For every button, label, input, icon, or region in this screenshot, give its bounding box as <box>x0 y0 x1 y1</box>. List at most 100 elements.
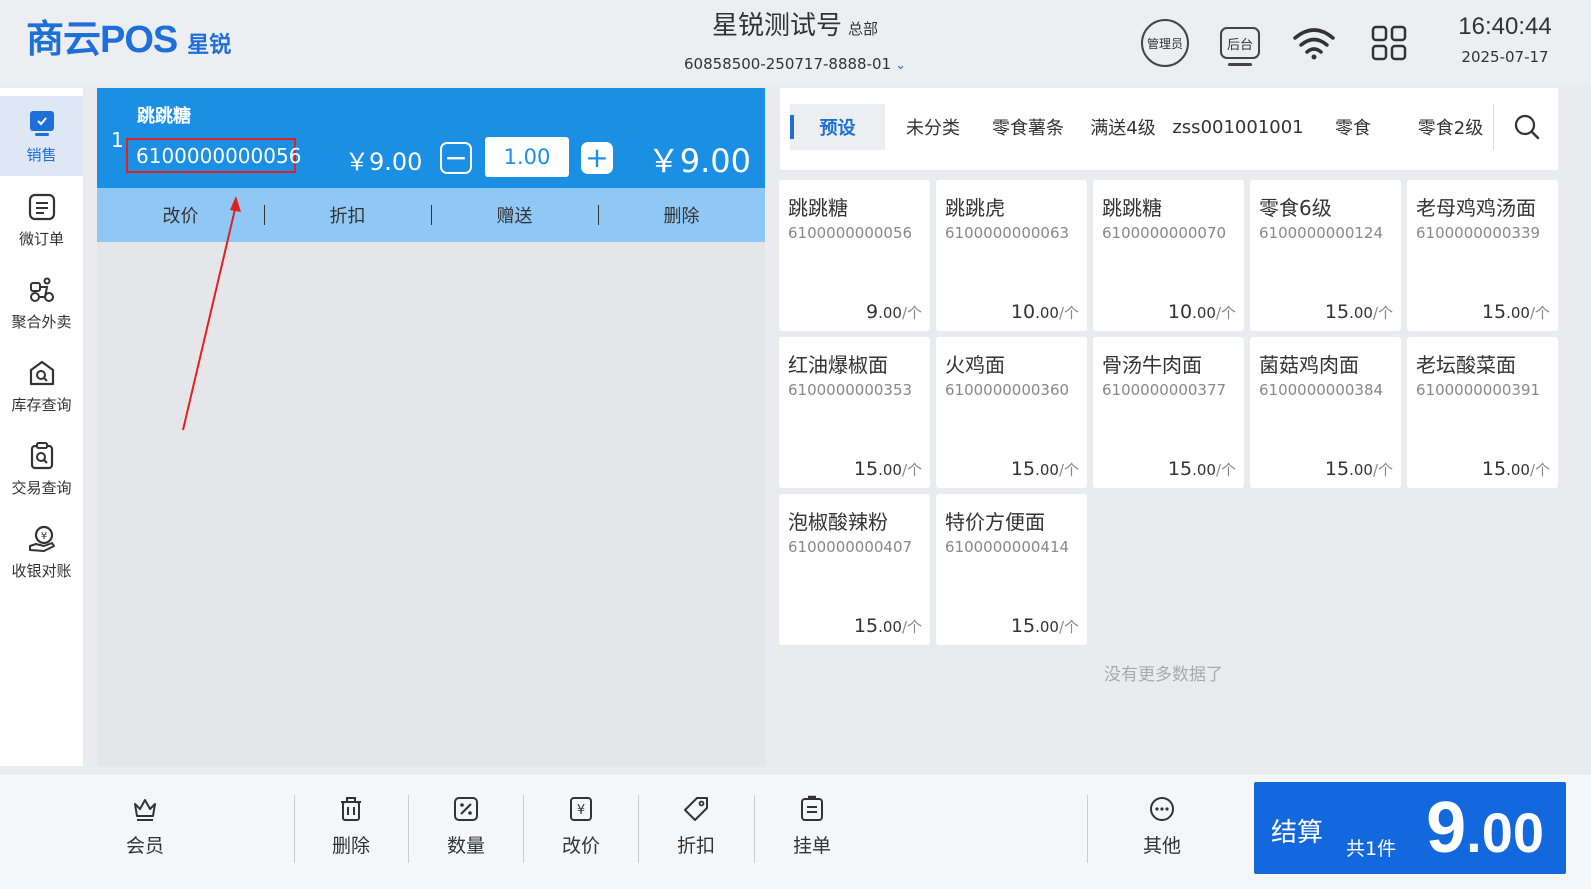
tab-category[interactable]: 零食2级 <box>1408 104 1493 150</box>
quantity-label: 数量 <box>446 835 485 857</box>
checkout-button[interactable]: 结算 共1件 9.00 <box>1254 782 1566 874</box>
product-price: 15.00/个 <box>853 615 922 637</box>
store-tag: 总部 <box>848 20 879 38</box>
product-code: 6100000000407 <box>788 538 913 556</box>
discount-button[interactable]: 折扣 <box>640 795 752 858</box>
chevron-down-icon[interactable]: ⌄ <box>895 58 906 73</box>
cart-change-price-button[interactable]: 改价 <box>97 188 264 242</box>
tab-category[interactable]: 预设 <box>790 104 885 150</box>
member-button[interactable]: 会员 <box>89 795 201 858</box>
nav-item-transactions[interactable]: 交易查询 <box>0 429 83 509</box>
product-name: 老坛酸菜面 <box>1416 353 1516 377</box>
tab-category[interactable]: zss001001001 <box>1172 104 1303 150</box>
other-label: 其他 <box>1142 835 1181 857</box>
cart-item-total: ￥9.00 <box>647 142 751 180</box>
clock: 16:40:44 2025-07-17 <box>1440 12 1570 68</box>
nav-label: 收银对账 <box>11 561 72 580</box>
cart-panel: 跳跳糖 1 6100000000056 ￥9.00 − 1.00 + ￥9.00… <box>97 88 765 766</box>
product-code: 6100000000384 <box>1259 381 1384 399</box>
product-card[interactable]: 老坛酸菜面 6100000000391 15.00/个 <box>1407 337 1558 488</box>
tab-category[interactable]: 零食薯条 <box>983 104 1073 150</box>
product-name: 火鸡面 <box>945 353 1005 377</box>
toolbar-divider <box>638 795 639 863</box>
inventory-search-icon <box>29 360 54 385</box>
tab-category[interactable]: 未分类 <box>893 104 973 150</box>
search-icon[interactable] <box>1513 113 1541 141</box>
product-name: 红油爆椒面 <box>788 353 888 377</box>
change-price-label: 改价 <box>561 835 600 857</box>
cart-item-index: 1 <box>111 128 124 152</box>
quantity-minus-button[interactable]: − <box>440 142 472 174</box>
left-nav: 销售 微订单 聚合外卖 库存查询 交易查询 ¥ 收银对账 <box>0 88 83 766</box>
svg-text:¥: ¥ <box>40 531 46 542</box>
product-code: 6100000000056 <box>788 224 913 242</box>
more-icon <box>1150 797 1174 821</box>
store-switcher[interactable]: 星锐测试号 总部 60858500-250717-8888-01 ⌄ <box>600 8 990 77</box>
quantity-plus-button[interactable]: + <box>581 142 613 174</box>
product-price: 15.00/个 <box>1167 458 1236 480</box>
toolbar-divider <box>408 795 409 863</box>
app-logo: 商云POS 星锐 <box>26 18 231 62</box>
product-code: 6100000000360 <box>945 381 1070 399</box>
product-price: 15.00/个 <box>1010 458 1079 480</box>
product-card[interactable]: 红油爆椒面 6100000000353 15.00/个 <box>779 337 930 488</box>
cart-discount-button[interactable]: 折扣 <box>264 188 431 242</box>
nav-item-sales[interactable]: 销售 <box>0 96 83 176</box>
product-name: 骨汤牛肉面 <box>1102 353 1202 377</box>
category-divider <box>1493 104 1494 150</box>
quantity-button[interactable]: 数量 <box>410 795 522 858</box>
product-price: 15.00/个 <box>1481 301 1550 323</box>
product-card[interactable]: 泡椒酸辣粉 6100000000407 15.00/个 <box>779 494 930 645</box>
checkout-item-count: 共1件 <box>1346 838 1397 860</box>
product-card[interactable]: 跳跳糖 6100000000056 9.00/个 <box>779 180 930 331</box>
product-card[interactable]: 菌菇鸡肉面 6100000000384 15.00/个 <box>1250 337 1401 488</box>
hold-order-button[interactable]: 挂单 <box>756 795 868 858</box>
product-price: 15.00/个 <box>1481 458 1550 480</box>
product-name: 老母鸡鸡汤面 <box>1416 196 1536 220</box>
discount-label: 折扣 <box>676 835 715 857</box>
toolbar-divider <box>523 795 524 863</box>
tab-category[interactable]: 满送4级 <box>1083 104 1163 150</box>
nav-item-reconciliation[interactable]: ¥ 收银对账 <box>0 512 83 592</box>
nav-label: 聚合外卖 <box>11 312 72 331</box>
backend-icon[interactable]: 后台 <box>1220 27 1260 66</box>
apps-grid-icon[interactable] <box>1370 18 1408 68</box>
other-button[interactable]: 其他 <box>1106 795 1218 858</box>
wifi-icon[interactable] <box>1292 18 1336 68</box>
product-name: 跳跳虎 <box>945 196 1005 220</box>
admin-button[interactable]: 管理员 <box>1141 18 1189 68</box>
product-code: 6100000000124 <box>1259 224 1384 242</box>
nav-item-inventory[interactable]: 库存查询 <box>0 346 83 426</box>
cart-item-price: ￥9.00 <box>345 148 423 176</box>
admin-icon[interactable]: 管理员 <box>1141 19 1189 67</box>
product-card[interactable]: 跳跳虎 6100000000063 10.00/个 <box>936 180 1087 331</box>
tab-category[interactable]: 零食 <box>1323 104 1383 150</box>
product-card[interactable]: 跳跳糖 6100000000070 10.00/个 <box>1093 180 1244 331</box>
product-card[interactable]: 零食6级 6100000000124 15.00/个 <box>1250 180 1401 331</box>
cart-item-row[interactable]: 跳跳糖 1 6100000000056 ￥9.00 − 1.00 + ￥9.00 <box>97 88 765 188</box>
yen-price-icon: ¥ <box>570 797 592 821</box>
quantity-input[interactable]: 1.00 <box>485 137 569 177</box>
delete-button[interactable]: 删除 <box>295 795 407 858</box>
product-price: 15.00/个 <box>1324 458 1393 480</box>
svg-text:¥: ¥ <box>577 803 585 818</box>
product-card[interactable]: 火鸡面 6100000000360 15.00/个 <box>936 337 1087 488</box>
cart-delete-button[interactable]: 删除 <box>598 188 765 242</box>
product-card[interactable]: 老母鸡鸡汤面 6100000000339 15.00/个 <box>1407 180 1558 331</box>
change-price-button[interactable]: ¥ 改价 <box>525 795 637 858</box>
product-card[interactable]: 特价方便面 6100000000414 15.00/个 <box>936 494 1087 645</box>
trash-icon <box>341 797 361 821</box>
crown-icon <box>134 799 156 821</box>
product-card[interactable]: 骨汤牛肉面 6100000000377 15.00/个 <box>1093 337 1244 488</box>
nav-item-delivery[interactable]: 聚合外卖 <box>0 263 83 343</box>
product-code: 6100000000063 <box>945 224 1070 242</box>
cart-item-actions: 改价 折扣 赠送 删除 <box>97 188 765 242</box>
product-code: 6100000000414 <box>945 538 1070 556</box>
nav-item-micro-order[interactable]: 微订单 <box>0 180 83 260</box>
product-name: 零食6级 <box>1259 196 1332 220</box>
nav-label: 库存查询 <box>11 395 72 414</box>
search-button[interactable] <box>1502 104 1552 150</box>
cart-gift-button[interactable]: 赠送 <box>431 188 598 242</box>
delivery-icon <box>29 277 54 302</box>
backend-button[interactable]: 后台 <box>1220 18 1260 68</box>
